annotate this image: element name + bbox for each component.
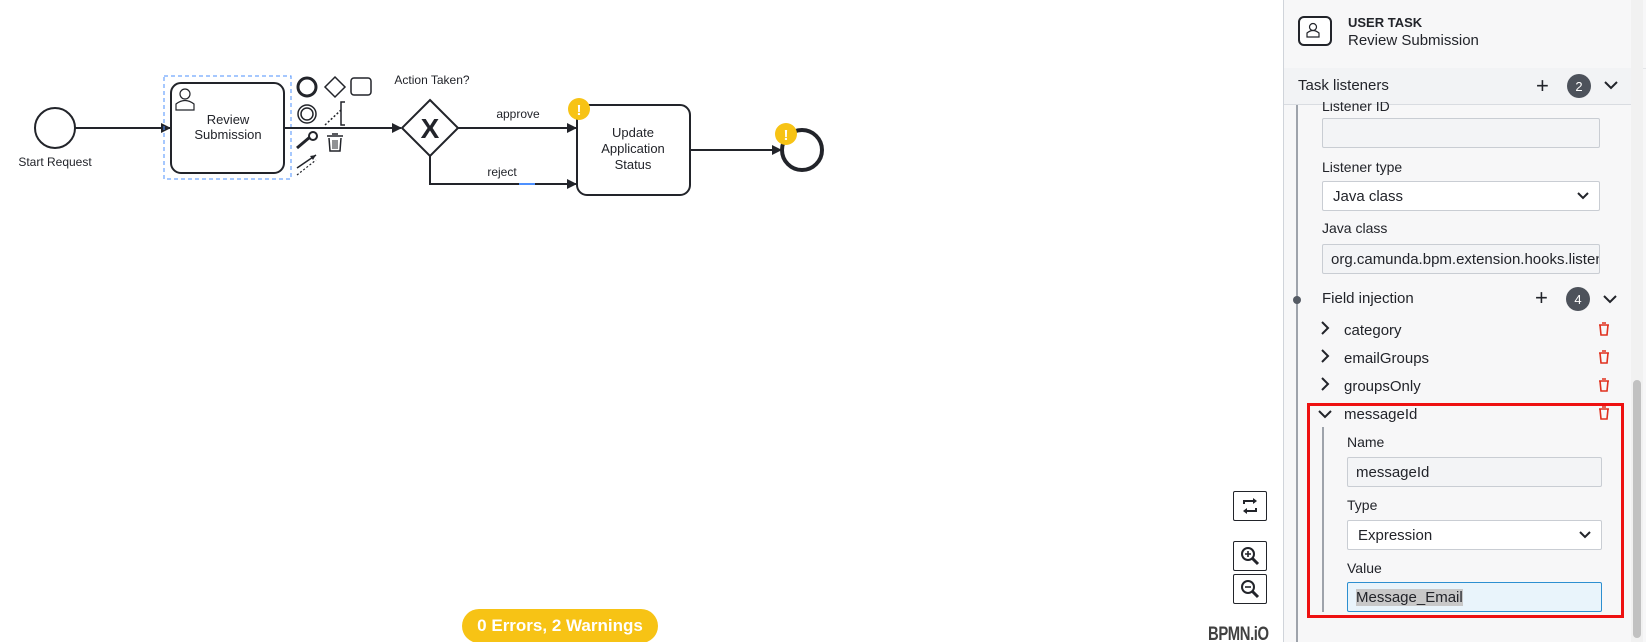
- listener-type-value: Java class: [1333, 187, 1404, 205]
- delete-icon[interactable]: [1598, 322, 1610, 336]
- context-pad[interactable]: [296, 75, 372, 176]
- field-injection-label: Field injection: [1322, 290, 1414, 307]
- add-listener-icon[interactable]: +: [1536, 75, 1549, 97]
- chevron-down-icon: [1579, 531, 1591, 539]
- panel-scrollbar[interactable]: [1631, 0, 1643, 642]
- field-type-value: Expression: [1358, 526, 1433, 544]
- connect-arrow-icon[interactable]: [296, 154, 317, 176]
- field-name: emailGroups: [1344, 350, 1430, 367]
- warning-mark: !: [784, 127, 789, 144]
- field-value-input[interactable]: Message_Email: [1347, 582, 1602, 612]
- append-gateway-icon[interactable]: [323, 75, 347, 99]
- field-name: category: [1344, 322, 1402, 339]
- chevron-right-icon: [1321, 321, 1330, 335]
- listener-tree-line: [1296, 105, 1298, 642]
- trash-icon[interactable]: [327, 133, 343, 152]
- field-name: groupsOnly: [1344, 378, 1421, 395]
- delete-icon[interactable]: [1598, 350, 1610, 364]
- field-type-select[interactable]: Expression: [1347, 520, 1602, 550]
- connect-icon[interactable]: [324, 109, 342, 126]
- panel-header: USER TASK Review Submission: [1284, 0, 1646, 69]
- start-event[interactable]: [34, 107, 76, 149]
- bpmn-io-logo[interactable]: BPMN.iO: [1208, 624, 1269, 642]
- user-task-icon: [1298, 16, 1332, 46]
- element-name: Review Submission: [1348, 32, 1479, 49]
- field-item-messageid[interactable]: messageId: [1318, 404, 1610, 426]
- warning-icon[interactable]: !: [775, 123, 797, 145]
- zoom-in-icon: [1241, 547, 1260, 566]
- delete-icon[interactable]: [1598, 378, 1610, 392]
- gateway-x-icon: X: [421, 113, 440, 144]
- delete-icon[interactable]: [1598, 406, 1610, 420]
- java-class-label: Java class: [1322, 220, 1388, 236]
- listener-type-label: Listener type: [1322, 159, 1403, 175]
- add-field-icon[interactable]: +: [1535, 287, 1548, 309]
- zoom-out-icon: [1241, 580, 1260, 599]
- linting-issues-badge[interactable]: 0 Errors, 2 Warnings: [462, 609, 658, 642]
- element-type: USER TASK: [1348, 15, 1423, 30]
- java-class-input[interactable]: org.camunda.bpm.extension.hooks.listener…: [1322, 244, 1600, 274]
- field-value-label: Value: [1347, 560, 1382, 576]
- task2-label-line1: Update: [612, 125, 654, 140]
- gateway-label: Action Taken?: [394, 73, 469, 87]
- text-annotation-icon[interactable]: [340, 101, 345, 126]
- task2-label-line2: Application: [601, 141, 665, 156]
- chevron-right-icon: [1321, 349, 1330, 363]
- bpmn-diagram[interactable]: Start Request Review Submission X Action…: [0, 0, 1283, 642]
- field-type-label: Type: [1347, 497, 1378, 513]
- field-value-selected-text: Message_Email: [1356, 588, 1463, 606]
- scrollbar-thumb[interactable]: [1633, 380, 1641, 638]
- field-count-badge: 4: [1566, 287, 1590, 311]
- group-title: Task listeners: [1298, 77, 1389, 94]
- listener-id-input[interactable]: [1322, 118, 1600, 148]
- task2-label-line3: Status: [615, 157, 652, 172]
- chevron-down-icon: [1318, 410, 1332, 419]
- warning-icon[interactable]: !: [568, 98, 590, 120]
- chevron-down-icon[interactable]: [1603, 294, 1617, 304]
- start-event-label: Start Request: [18, 155, 92, 169]
- flow-reject-label: reject: [487, 165, 517, 179]
- field-name-label: Name: [1347, 434, 1385, 450]
- listener-type-select[interactable]: Java class: [1322, 181, 1600, 211]
- chevron-right-icon: [1321, 377, 1330, 391]
- field-tree-line: [1322, 427, 1324, 612]
- task-listeners-group-header[interactable]: Task listeners + 2: [1284, 68, 1634, 105]
- diagram-canvas[interactable]: Start Request Review Submission X Action…: [0, 0, 1283, 642]
- field-item-groupsonly[interactable]: groupsOnly: [1320, 376, 1610, 398]
- swap-icon: [1243, 498, 1257, 514]
- zoom-out-button[interactable]: [1233, 574, 1267, 604]
- wrench-icon[interactable]: [296, 131, 318, 150]
- task1-label-line2: Submission: [194, 127, 261, 142]
- append-intermediate-event-icon[interactable]: [297, 104, 317, 124]
- zoom-in-button[interactable]: [1233, 541, 1267, 571]
- field-name-input[interactable]: messageId: [1347, 457, 1602, 487]
- chevron-down-icon: [1577, 192, 1589, 200]
- tree-node-dot: [1293, 296, 1301, 304]
- warning-mark: !: [577, 102, 582, 119]
- toggle-minimap-button[interactable]: [1233, 491, 1267, 521]
- flow-approve-label: approve: [496, 107, 540, 121]
- field-name: messageId: [1344, 406, 1418, 423]
- append-end-event-icon[interactable]: [296, 76, 318, 98]
- field-item-category[interactable]: category: [1320, 320, 1610, 342]
- task1-label-line1: Review: [207, 112, 250, 127]
- field-item-emailgroups[interactable]: emailGroups: [1320, 348, 1610, 370]
- listener-count-badge: 2: [1567, 74, 1591, 98]
- chevron-down-icon[interactable]: [1604, 80, 1618, 90]
- append-task-icon[interactable]: [350, 77, 372, 96]
